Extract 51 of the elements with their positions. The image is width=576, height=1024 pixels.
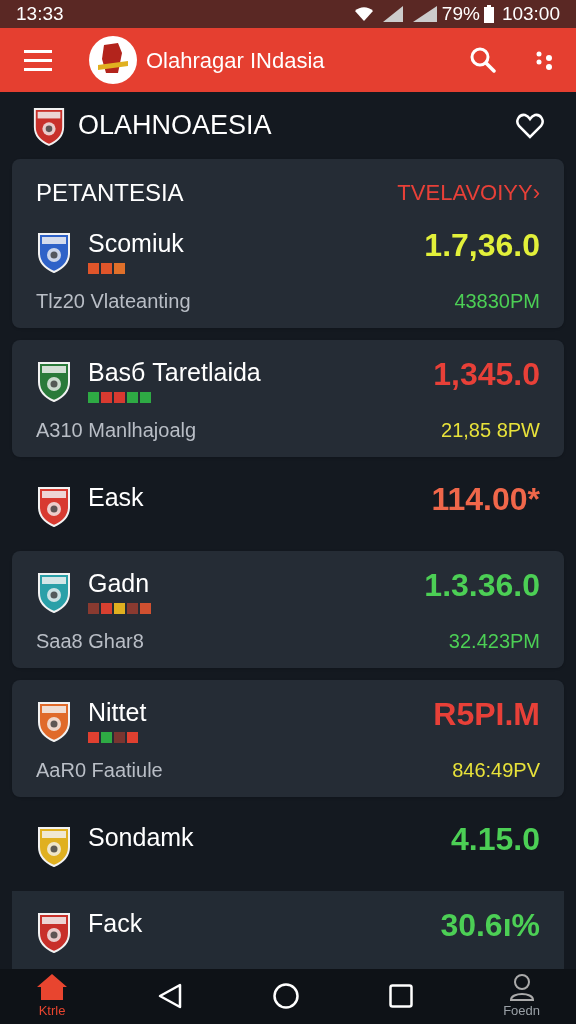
home-circle-icon[interactable] (272, 983, 299, 1010)
logo-icon (88, 35, 138, 86)
section-title: PETANTESIA (36, 177, 184, 208)
league-title: OLAHNOAESIA (78, 109, 272, 143)
heart-icon[interactable] (516, 112, 544, 139)
back-icon[interactable] (158, 983, 183, 1010)
team-name: Sondamk (88, 821, 195, 853)
battery-icon (483, 5, 494, 23)
status-time: 13:33 (16, 1, 64, 26)
match-info: Saa8 Ghar8 (36, 628, 144, 654)
menu-button[interactable] (24, 49, 52, 71)
score-value: 4.15.0 (451, 820, 540, 857)
search-icon[interactable] (470, 47, 496, 74)
match-card[interactable]: Nittet R5PI.M AaR0 Faatiule 846:49PV (12, 679, 564, 797)
team-name: Basб Taretlaida (88, 356, 262, 388)
match-time: 21,85 8PW (441, 417, 540, 443)
status-clock: 103:00 (501, 1, 560, 26)
score-value: 1,345.0 (433, 355, 540, 392)
more-icon[interactable] (536, 50, 552, 71)
match-card[interactable]: Gadn 1.3.36.0 Saa8 Ghar8 32.423PM (12, 550, 564, 668)
nav-tab[interactable]: Foedn (503, 972, 540, 1021)
score-value: 1.3.36.0 (424, 566, 540, 603)
team-name: Fack (88, 907, 144, 939)
match-time: 43830PM (454, 288, 540, 314)
match-info: Tlz20 Vlateanting (36, 288, 191, 314)
score-value: R5PI.M (433, 695, 540, 732)
match-card[interactable]: Basб Taretlaida 1,345.0 A310 Manlhajoalg 21,85 8PW (12, 339, 564, 457)
wifi-icon (353, 6, 374, 22)
signal-icon (381, 5, 404, 23)
team-name: Scomiuk (88, 227, 185, 259)
match-time: 32.423PM (448, 628, 540, 654)
team-name: Nittet (88, 696, 148, 728)
match-info: A310 Manlhajoalg (36, 417, 197, 443)
person-icon (508, 972, 535, 1001)
match-row[interactable]: Fack 30.6ı% (12, 890, 564, 969)
match-info: AaR0 Faatiule (36, 757, 163, 783)
signal-icon (411, 5, 438, 23)
team-name: Eask (88, 481, 145, 513)
match-card[interactable]: PETANTESIA TVELAVOIYY› Scomiuk 1.7,36.0 Tlz20 Vlateanting 43830PM (12, 158, 564, 328)
match-time: 846:49PV (452, 757, 540, 783)
home-icon (36, 972, 68, 1001)
score-value: 30.6ı% (440, 906, 540, 943)
recents-icon[interactable] (388, 984, 413, 1009)
section-link[interactable]: TVELAVOIYY› (397, 176, 540, 210)
team-name: Gadn (88, 567, 151, 599)
crest-icon (32, 105, 66, 146)
nav-tab[interactable]: Ktrle (36, 972, 68, 1021)
score-value: 114.00* (431, 480, 540, 517)
app-title: Olahragar INdasia (146, 46, 325, 75)
score-value: 1.7,36.0 (424, 226, 540, 263)
battery-percent: 79% (441, 1, 480, 26)
